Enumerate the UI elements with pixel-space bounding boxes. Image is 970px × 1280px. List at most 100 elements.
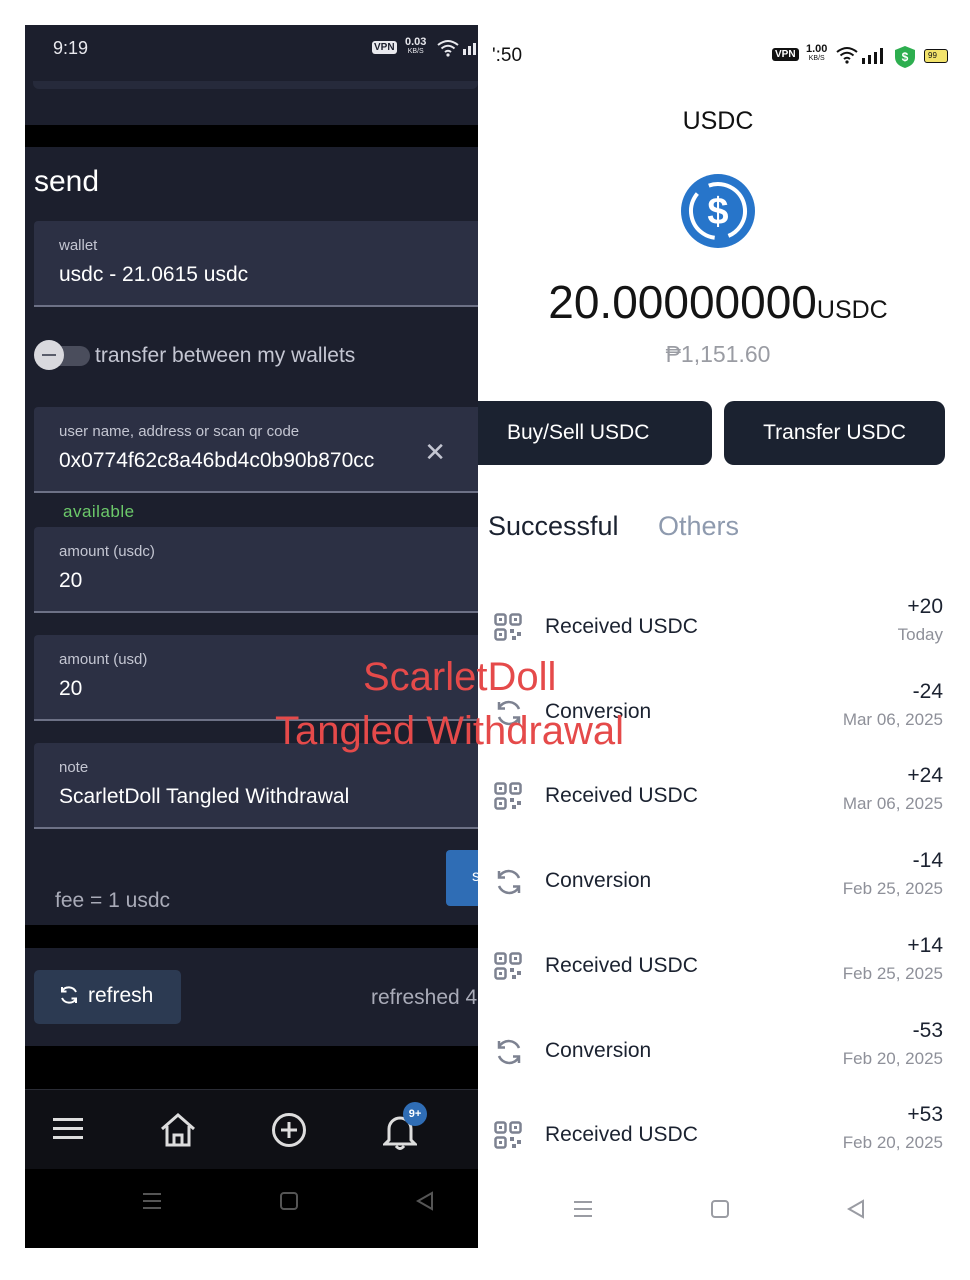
qr-code-icon [494, 613, 522, 646]
right-phone-screen: ':50 VPN 1.00 KB/S $ 99 USDC $ 20.0000000… [478, 25, 948, 1248]
transfer-toggle-label: transfer between my wallets [95, 344, 356, 367]
transaction-row[interactable]: Conversion -53 Feb 20, 2025 [478, 1019, 948, 1099]
home-square-icon[interactable] [710, 1199, 730, 1219]
transaction-date: Feb 20, 2025 [842, 1133, 943, 1153]
transfer-button[interactable]: Transfer USDC [724, 401, 945, 465]
transaction-name: Conversion [545, 869, 652, 893]
send-card: send wallet usdc - 21.0615 usdc transfer… [25, 147, 478, 925]
refresh-button[interactable]: refresh [34, 970, 181, 1024]
vpn-icon: VPN [772, 48, 799, 61]
status-bar: 9:19 VPN 0.03 KB/S [25, 25, 478, 81]
note-value: ScarletDoll Tangled Withdrawal [59, 785, 350, 808]
status-time: 9:19 [53, 38, 89, 58]
recipient-field[interactable]: user name, address or scan qr code 0x077… [34, 407, 478, 493]
home-square-icon[interactable] [279, 1191, 299, 1211]
note-label: note [59, 759, 89, 776]
amount-usd-label: amount (usd) [59, 651, 148, 668]
transaction-name: Conversion [545, 1038, 652, 1062]
transaction-row[interactable]: Received USDC +14 Feb 25, 2025 [478, 934, 948, 1014]
transaction-row[interactable]: Conversion -14 Feb 25, 2025 [478, 849, 948, 929]
transaction-date: Feb 25, 2025 [842, 963, 943, 983]
signal-icon [463, 43, 476, 55]
balance-unit: USDC [816, 296, 888, 324]
recipient-value: 0x0774f62c8a46bd4c0b90b870cc [59, 449, 375, 472]
transaction-name: Received USDC [545, 953, 698, 977]
system-nav-bar [478, 1185, 948, 1248]
notification-badge: 9+ [403, 1102, 427, 1126]
transaction-name: Received USDC [545, 784, 698, 808]
wallet-label: wallet [59, 237, 98, 254]
transaction-row[interactable]: Received USDC +53 Feb 20, 2025 [478, 1103, 948, 1183]
transaction-amount: +24 [907, 764, 943, 788]
tab-successful[interactable]: Successful [488, 511, 619, 542]
transaction-amount: -14 [912, 849, 943, 873]
wifi-icon [836, 47, 858, 64]
transaction-date: Today [897, 625, 943, 644]
watermark-line-1: ScarletDoll [363, 655, 557, 699]
back-icon[interactable] [415, 1191, 435, 1211]
top-strip [25, 81, 478, 125]
system-nav-bar [25, 1169, 478, 1248]
note-field[interactable]: note ScarletDoll Tangled Withdrawal [34, 743, 478, 829]
wallet-select[interactable]: wallet usdc - 21.0615 usdc [34, 221, 478, 307]
recents-icon[interactable] [142, 1191, 162, 1211]
transfer-between-wallets-toggle[interactable] [34, 340, 90, 370]
add-circle-icon[interactable] [271, 1112, 307, 1148]
transaction-amount: -24 [912, 679, 943, 703]
page-title: USDC [682, 107, 754, 135]
qr-code-icon [494, 952, 522, 985]
wifi-icon [437, 40, 459, 57]
transaction-amount: +53 [907, 1103, 943, 1127]
tab-others[interactable]: Others [658, 511, 739, 542]
transaction-amount: -53 [912, 1018, 943, 1042]
amount-usdc-field[interactable]: amount (usdc) 20 [34, 527, 478, 613]
amount-usdc-label: amount (usdc) [59, 543, 155, 560]
recipient-label: user name, address or scan qr code [59, 423, 300, 440]
fee-text: fee = 1 usdc [55, 889, 170, 912]
balance: 20.00000000USDC [478, 275, 948, 329]
qr-code-icon [494, 782, 522, 815]
page-title: send [34, 165, 100, 198]
send-button[interactable]: s [446, 850, 478, 906]
amount-usdc-value: 20 [59, 569, 83, 592]
vpn-icon: VPN [372, 41, 397, 54]
buy-sell-button[interactable]: Buy/Sell USDC [478, 401, 712, 465]
conversion-icon [494, 1037, 524, 1072]
shield-icon: $ [895, 46, 915, 68]
transaction-name: Received USDC [545, 1123, 698, 1147]
network-speed: 0.03 KB/S [405, 36, 427, 56]
refreshed-time: refreshed 4 [371, 986, 478, 1009]
qr-code-icon [494, 1121, 522, 1154]
transaction-date: Feb 20, 2025 [842, 1048, 943, 1068]
watermark-line-2: Tangled Withdrawal [275, 709, 625, 753]
refresh-label: refresh [88, 984, 154, 1007]
balance-amount: 20.00000000 [548, 276, 817, 328]
svg-text:$: $ [707, 191, 728, 233]
available-label: available [63, 502, 135, 521]
transaction-date: Mar 06, 2025 [842, 794, 943, 814]
conversion-icon [494, 867, 524, 902]
usdc-coin-icon: $ [681, 174, 755, 248]
transaction-amount: +14 [907, 933, 943, 957]
amount-usd-value: 20 [59, 677, 83, 700]
transaction-amount: +20 [907, 595, 943, 618]
back-icon[interactable] [846, 1199, 866, 1219]
transaction-date: Feb 25, 2025 [842, 879, 943, 899]
transaction-name: Received USDC [545, 615, 698, 638]
wallet-value: usdc - 21.0615 usdc [59, 263, 249, 286]
home-icon[interactable] [159, 1112, 197, 1148]
bottom-nav: 9+ [25, 1089, 478, 1169]
recents-icon[interactable] [573, 1199, 593, 1219]
menu-icon[interactable] [52, 1112, 84, 1144]
close-icon[interactable]: ✕ [424, 437, 446, 468]
battery-icon: 99 [924, 49, 948, 63]
status-time: ':50 [492, 45, 523, 66]
transaction-date: Mar 06, 2025 [842, 709, 943, 729]
refresh-icon [61, 986, 77, 1004]
refresh-card: refresh refreshed 4 [25, 948, 478, 1046]
signal-icon [862, 48, 883, 64]
left-phone-screen: 9:19 VPN 0.03 KB/S send wallet usdc - 21.… [25, 25, 478, 1248]
svg-text:$: $ [902, 50, 909, 64]
network-speed: 1.00 KB/S [806, 43, 828, 63]
transaction-row[interactable]: Received USDC +24 Mar 06, 2025 [478, 764, 948, 844]
